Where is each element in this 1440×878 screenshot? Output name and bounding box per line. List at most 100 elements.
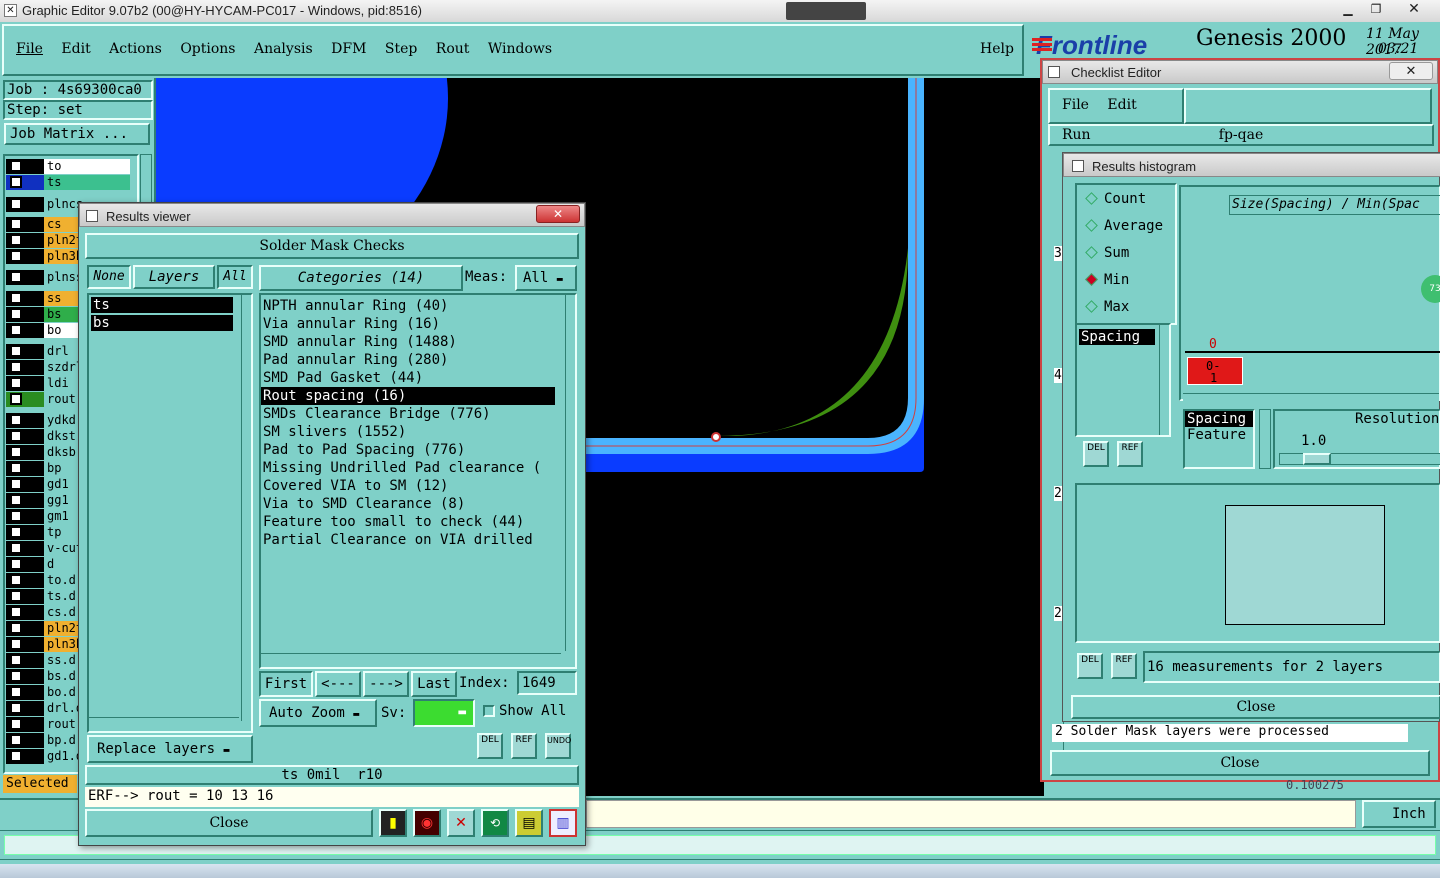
report-icon[interactable]: ▤	[515, 809, 543, 837]
layer-checkbox[interactable]	[10, 750, 22, 762]
categories-hscroll[interactable]	[261, 653, 561, 665]
auto-zoom-menu[interactable]: Auto Zoom ▬	[259, 699, 377, 727]
layer-checkbox[interactable]	[10, 218, 22, 230]
close-window-button[interactable]: ✕	[1392, 0, 1436, 18]
feature-scrollbar[interactable]	[1259, 409, 1271, 469]
command-line[interactable]	[586, 800, 1356, 828]
menu-windows[interactable]: Windows	[488, 41, 552, 57]
menu-actions[interactable]: Actions	[109, 41, 162, 57]
layer-checkbox[interactable]	[10, 160, 22, 172]
layer-checkbox[interactable]	[10, 198, 22, 210]
layer-checkbox[interactable]	[10, 734, 22, 746]
menu-edit[interactable]: Edit	[61, 41, 90, 57]
checklist-menu-edit[interactable]: Edit	[1107, 97, 1136, 113]
layer-checkbox[interactable]	[10, 430, 22, 442]
layer-checkbox[interactable]	[10, 670, 22, 682]
layer-checkbox[interactable]	[10, 542, 22, 554]
meas-dropdown[interactable]: All ▬	[515, 265, 577, 291]
minimize-button[interactable]: ▁	[1336, 2, 1360, 18]
category-item[interactable]: NPTH annular Ring (40)	[261, 297, 555, 315]
menu-rout[interactable]: Rout	[436, 41, 470, 57]
job-matrix-button[interactable]: Job Matrix ...	[4, 123, 150, 145]
layer-checkbox[interactable]	[10, 462, 22, 474]
attribute-scrollbar[interactable]	[1159, 325, 1171, 435]
ime-toolbar[interactable]	[786, 2, 866, 20]
layer-checkbox[interactable]	[10, 345, 22, 357]
layer-checkbox[interactable]	[10, 361, 22, 373]
next-button[interactable]: --->	[363, 671, 409, 697]
menu-options[interactable]: Options	[180, 41, 235, 57]
category-item[interactable]: Feature too small to check (44)	[261, 513, 555, 531]
layer-list-vscroll[interactable]	[241, 295, 253, 721]
layers-button[interactable]: Layers	[133, 265, 215, 289]
results-layer-ts[interactable]: ts	[91, 297, 233, 313]
menu-analysis[interactable]: Analysis	[254, 41, 313, 57]
layer-checkbox[interactable]	[10, 308, 22, 320]
layer-checkbox[interactable]	[10, 324, 22, 336]
category-item[interactable]: Pad to Pad Spacing (776)	[261, 441, 555, 459]
category-item[interactable]: Pad annular Ring (280)	[261, 351, 555, 369]
layer-checkbox[interactable]	[10, 718, 22, 730]
histogram-icon[interactable]: ▥	[549, 809, 577, 837]
menu-help[interactable]: Help	[980, 41, 1014, 57]
layer-checkbox[interactable]	[10, 526, 22, 538]
menu-file[interactable]: File	[16, 41, 43, 57]
category-item[interactable]: Rout spacing (16)	[261, 387, 555, 405]
sv-color-dropdown[interactable]: ▬	[413, 699, 475, 727]
histogram-bar[interactable]: 0- 1	[1187, 357, 1243, 385]
attr-ref-icon[interactable]: REF	[1117, 441, 1143, 467]
checklist-menu-file[interactable]: File	[1062, 97, 1089, 113]
layer-checkbox[interactable]	[10, 234, 22, 246]
layer-name[interactable]: ts	[44, 175, 130, 190]
attr-del-icon[interactable]: DEL	[1083, 441, 1109, 467]
category-item[interactable]: Covered VIA to SM (12)	[261, 477, 555, 495]
layer-checkbox[interactable]	[10, 622, 22, 634]
layer-list-hscroll[interactable]	[89, 717, 239, 729]
layer-checkbox[interactable]	[10, 292, 22, 304]
category-item[interactable]: SMD Pad Gasket (44)	[261, 369, 555, 387]
all-layers-button[interactable]: All	[217, 265, 253, 289]
graphic-icon-2[interactable]: ◉	[413, 809, 441, 837]
layer-name[interactable]: to	[44, 159, 130, 174]
layer-checkbox[interactable]	[10, 590, 22, 602]
checklist-close-button[interactable]: Close	[1050, 750, 1430, 776]
category-item[interactable]: Via to SMD Clearance (8)	[261, 495, 555, 513]
replace-layers-menu[interactable]: Replace layers ▬	[87, 735, 253, 763]
erf-icon[interactable]: ✕	[447, 809, 475, 837]
results-layer-bs[interactable]: bs	[91, 315, 233, 331]
graphic-icon-1[interactable]: ▮	[379, 809, 407, 837]
layer-row-1[interactable]: ts	[6, 175, 146, 190]
first-button[interactable]: First	[259, 671, 313, 697]
layer-checkbox[interactable]	[10, 377, 22, 389]
viewer-undo-icon[interactable]: UNDO	[545, 733, 571, 759]
layer-checkbox[interactable]	[10, 558, 22, 570]
layer-checkbox[interactable]	[10, 494, 22, 506]
layer-checkbox[interactable]	[10, 478, 22, 490]
layer-checkbox[interactable]	[10, 654, 22, 666]
layer-row-0[interactable]: to	[6, 159, 146, 174]
category-item[interactable]: SM slivers (1552)	[261, 423, 555, 441]
layer-checkbox[interactable]	[10, 638, 22, 650]
layer-checkbox[interactable]	[10, 686, 22, 698]
histogram-close-button[interactable]: Close	[1071, 695, 1440, 719]
layer-checkbox[interactable]	[10, 702, 22, 714]
menu-dfm[interactable]: DFM	[331, 41, 366, 57]
checklist-close-icon[interactable]: ✕	[1389, 62, 1433, 80]
index-field[interactable]: 1649	[517, 671, 577, 695]
none-button[interactable]: None	[87, 265, 131, 289]
layer-checkbox[interactable]	[10, 606, 22, 618]
attribute-item-spacing[interactable]: Spacing	[1079, 329, 1155, 345]
viewer-ref-icon[interactable]: REF	[511, 733, 537, 759]
menu-step[interactable]: Step	[385, 41, 417, 57]
categories-button[interactable]: Categories (14)	[259, 265, 463, 291]
layer-checkbox[interactable]	[10, 574, 22, 586]
layer-checkbox[interactable]	[10, 176, 22, 188]
option-count[interactable]: Count	[1085, 191, 1146, 207]
category-item[interactable]: Missing Undrilled Pad clearance (	[261, 459, 555, 477]
category-item[interactable]: Partial Clearance on VIA drilled	[261, 531, 555, 549]
option-min[interactable]: Min	[1085, 272, 1129, 288]
last-button[interactable]: Last	[411, 671, 457, 697]
histogram-ref-icon[interactable]: REF	[1111, 653, 1137, 679]
categories-vscroll[interactable]	[565, 295, 577, 651]
category-item[interactable]: SMD annular Ring (1488)	[261, 333, 555, 351]
